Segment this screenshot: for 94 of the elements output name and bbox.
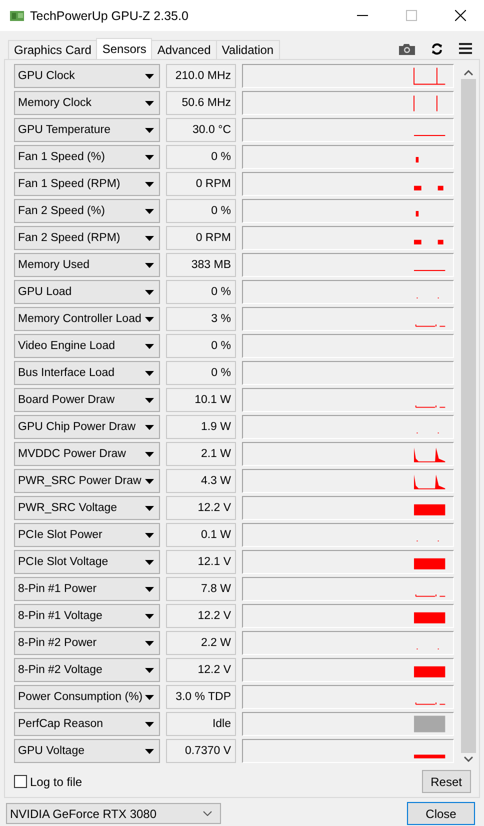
sensor-dropdown[interactable]: Memory Used [14, 253, 160, 277]
sensor-value: 0 % [166, 145, 236, 169]
sensor-dropdown[interactable]: Fan 1 Speed (RPM) [14, 172, 160, 196]
tab[interactable]: Validation [216, 40, 280, 59]
sensor-dropdown[interactable]: GPU Temperature [14, 118, 160, 142]
sensor-dropdown[interactable]: PWR_SRC Voltage [14, 496, 160, 520]
sensor-value: 383 MB [166, 253, 236, 277]
tab[interactable]: Graphics Card [8, 40, 98, 59]
tab[interactable]: Sensors [96, 38, 152, 59]
sensor-value: 50.6 MHz [166, 91, 236, 115]
caret-icon [145, 154, 154, 160]
caret-icon [145, 640, 154, 646]
caret-icon [145, 208, 154, 214]
caret-icon [145, 370, 154, 376]
sensor-value: 0.1 W [166, 523, 236, 547]
caret-icon [145, 532, 154, 538]
chevron-icon [203, 811, 212, 816]
sensor-value: 2.2 W [166, 631, 236, 655]
log-to-file-checkbox[interactable]: Log to file [14, 774, 82, 788]
caret-icon [145, 748, 154, 754]
caret-icon [145, 694, 154, 700]
sensor-dropdown[interactable]: 8-Pin #1 Voltage [14, 604, 160, 628]
reset-button[interactable]: Reset [422, 770, 471, 793]
close-button[interactable]: Close [407, 802, 475, 825]
sensor-dropdown[interactable]: GPU Load [14, 280, 160, 304]
caret-icon [145, 74, 154, 78]
refresh-icon[interactable] [431, 42, 443, 54]
app-icon [10, 10, 24, 22]
caret-icon [145, 344, 154, 348]
sensor-value: 2.1 W [166, 442, 236, 466]
sensor-dropdown[interactable]: MVDDC Power Draw [14, 442, 160, 466]
caret-icon [145, 262, 154, 268]
sensor-value: 0 RPM [166, 172, 236, 196]
sensor-value: 0 % [166, 361, 236, 385]
caret-icon [145, 128, 154, 132]
caret-icon [145, 722, 154, 726]
sensor-dropdown[interactable]: Fan 2 Speed (RPM) [14, 226, 160, 250]
sensor-dropdown[interactable]: PerfCap Reason [14, 712, 160, 736]
sensor-dropdown[interactable]: GPU Chip Power Draw [14, 415, 160, 439]
caret-icon [145, 452, 154, 456]
menu-icon[interactable] [459, 43, 472, 54]
gpu-select[interactable]: NVIDIA GeForce RTX 3080 [6, 803, 221, 824]
caret-icon [145, 668, 154, 672]
caret-icon [145, 506, 154, 510]
sensor-value: 0 % [166, 199, 236, 223]
sensor-value: 10.1 W [166, 388, 236, 412]
sensor-dropdown[interactable]: PCIe Slot Power [14, 523, 160, 547]
caret-icon [145, 478, 154, 484]
close-icon[interactable] [455, 10, 466, 21]
sensor-dropdown[interactable]: Video Engine Load [14, 334, 160, 358]
caret-icon [145, 100, 154, 106]
caret-icon [145, 398, 154, 402]
sensor-dropdown[interactable]: Memory Controller Load [14, 307, 160, 331]
sensor-value: 12.2 V [166, 604, 236, 628]
sensor-value: 30.0 °C [166, 118, 236, 142]
sensor-dropdown[interactable]: Board Power Draw [14, 388, 160, 412]
sensor-value: 1.9 W [166, 415, 236, 439]
scroll-up-icon[interactable] [464, 70, 473, 76]
sensor-dropdown[interactable]: GPU Clock [14, 64, 160, 88]
sensor-value: Idle [166, 712, 236, 736]
sensor-dropdown[interactable]: PCIe Slot Voltage [14, 550, 160, 574]
sensor-dropdown[interactable]: Fan 2 Speed (%) [14, 199, 160, 223]
sensor-value: 0 % [166, 334, 236, 358]
sensor-dropdown[interactable]: PWR_SRC Power Draw [14, 469, 160, 493]
sensor-dropdown[interactable]: GPU Voltage [14, 739, 160, 763]
caret-icon [145, 586, 154, 592]
caret-icon [145, 316, 154, 322]
caret-icon [145, 614, 154, 618]
sensor-value: 4.3 W [166, 469, 236, 493]
sensor-value: 3.0 % TDP [166, 685, 236, 709]
caret-icon [145, 290, 154, 294]
sensor-dropdown[interactable]: Bus Interface Load [14, 361, 160, 385]
sensor-value: 0 RPM [166, 226, 236, 250]
camera-icon[interactable] [399, 42, 415, 54]
sensor-value: 12.2 V [166, 658, 236, 682]
scroll-down-icon[interactable] [464, 756, 473, 762]
sensor-value: 0 % [166, 280, 236, 304]
caret-icon [145, 424, 154, 430]
sensor-dropdown[interactable]: Memory Clock [14, 91, 160, 115]
sensor-dropdown[interactable]: 8-Pin #1 Power [14, 577, 160, 601]
sensor-value: 7.8 W [166, 577, 236, 601]
sensor-value: 3 % [166, 307, 236, 331]
caret-icon [145, 182, 154, 186]
sensor-value: 0.7370 V [166, 739, 236, 763]
caret-icon [145, 560, 154, 564]
sensor-dropdown[interactable]: 8-Pin #2 Power [14, 631, 160, 655]
sensor-dropdown[interactable]: 8-Pin #2 Voltage [14, 658, 160, 682]
caret-icon [145, 236, 154, 240]
sensor-value: 12.1 V [166, 550, 236, 574]
sensor-value: 210.0 MHz [166, 64, 236, 88]
sensor-dropdown[interactable]: Power Consumption (%) [14, 685, 160, 709]
sensor-dropdown[interactable]: Fan 1 Speed (%) [14, 145, 160, 169]
sensor-value: 12.2 V [166, 496, 236, 520]
window-title: TechPowerUp GPU-Z 2.35.0 [30, 8, 190, 22]
